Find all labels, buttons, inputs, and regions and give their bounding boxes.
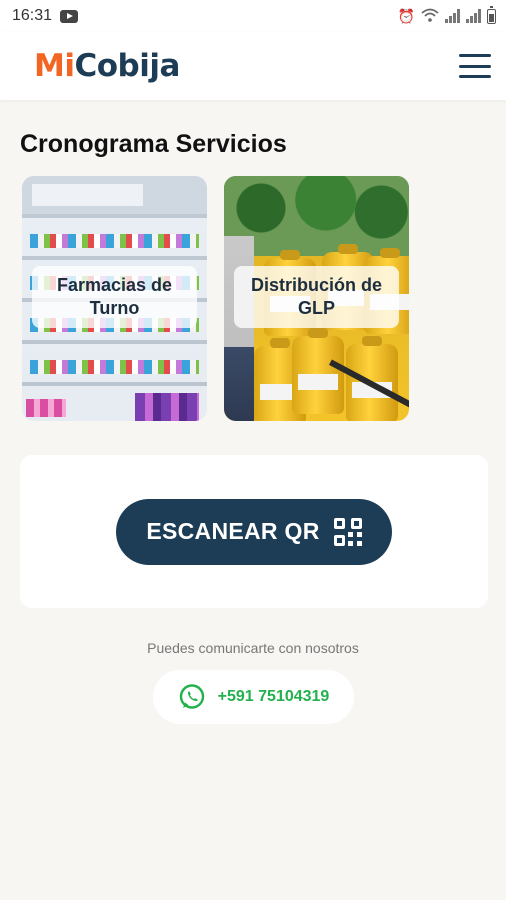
- app-header: MiCobija: [0, 32, 506, 100]
- whatsapp-icon: [179, 684, 204, 709]
- qr-panel: ESCANEAR QR: [20, 455, 488, 608]
- section-title: Cronograma Servicios: [20, 130, 287, 158]
- logo-mi: Mi: [34, 48, 75, 84]
- pharmacy-image-ceiling: [22, 176, 207, 214]
- app-logo[interactable]: MiCobija: [34, 48, 180, 84]
- status-left: 16:31: [12, 7, 79, 25]
- card-farmacias-de-turno[interactable]: Farmacias de Turno: [22, 176, 207, 421]
- battery-icon: [487, 5, 496, 24]
- service-cards: Farmacias de Turno Distribución de GLP: [22, 176, 409, 421]
- whatsapp-contact-button[interactable]: +591 75104319: [153, 670, 354, 724]
- status-right: ⏰: [397, 5, 496, 24]
- status-time: 16:31: [12, 7, 53, 24]
- scan-qr-label: ESCANEAR QR: [146, 518, 320, 544]
- hamburger-menu-icon[interactable]: [459, 54, 491, 78]
- alarm-icon: ⏰: [397, 8, 415, 24]
- pharmacy-shelf: [30, 360, 199, 374]
- card-label-line: GLP: [297, 298, 335, 318]
- whatsapp-phone-number: +591 75104319: [217, 688, 330, 705]
- pharmacy-products: [26, 399, 66, 417]
- contact-prompt: Puedes comunicarte con nosotros: [147, 640, 359, 656]
- scan-qr-button[interactable]: ESCANEAR QR: [116, 498, 392, 565]
- signal-2-icon: [466, 9, 481, 23]
- logo-cobija: Cobija: [74, 48, 180, 84]
- status-bar: 16:31 ⏰: [0, 0, 506, 32]
- pharmacy-shelf: [30, 234, 199, 248]
- qr-code-icon: [333, 517, 362, 546]
- card-distribucion-de-glp[interactable]: Distribución de GLP: [224, 176, 409, 421]
- signal-icon: [445, 9, 460, 23]
- wifi-icon: [421, 8, 439, 24]
- card-label-line: Turno: [89, 298, 140, 318]
- card-label-glp: Distribución de GLP: [234, 266, 399, 328]
- worker-figure: [224, 236, 254, 421]
- card-label-line: Farmacias de: [56, 275, 173, 295]
- card-label-line: Distribución de: [250, 275, 382, 295]
- pharmacy-products: [135, 393, 199, 421]
- gas-cylinder: [292, 328, 344, 414]
- youtube-notification-icon: [60, 9, 79, 23]
- card-label-farmacias: Farmacias de Turno: [32, 266, 197, 328]
